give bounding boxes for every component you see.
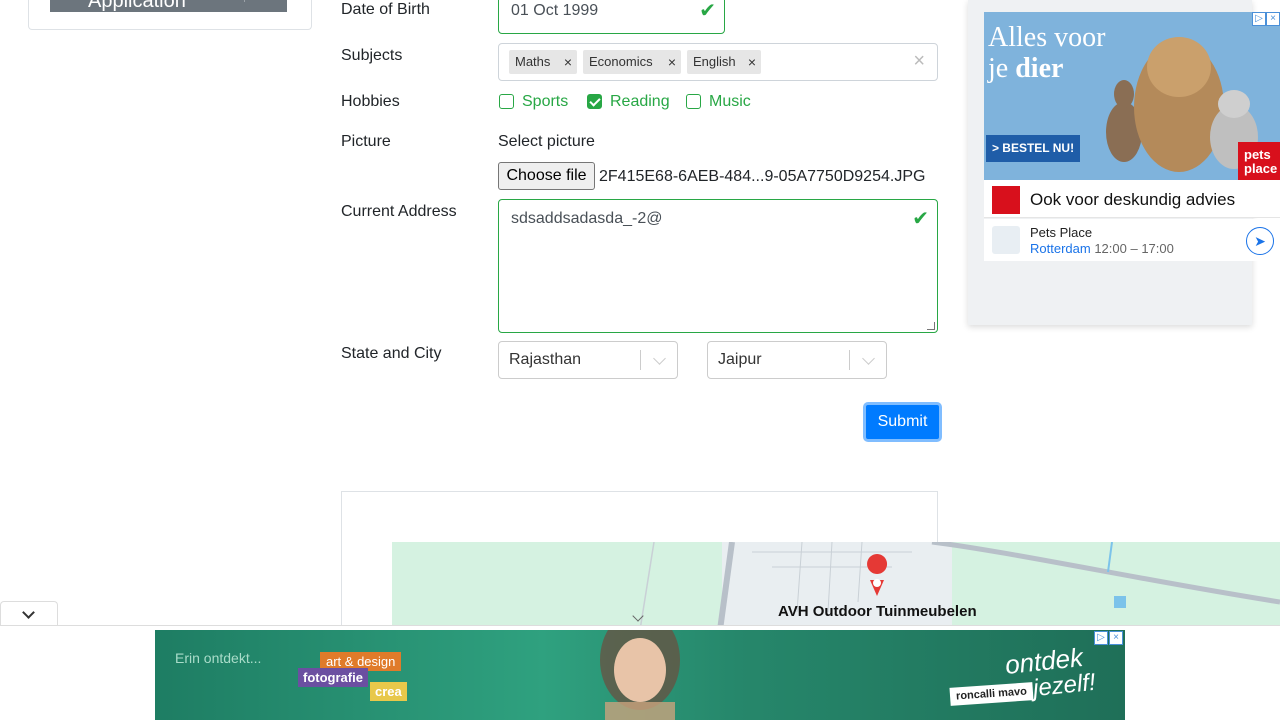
resize-handle[interactable] (927, 322, 935, 330)
hobby-music-checkbox[interactable] (686, 94, 701, 109)
subject-chip: Maths × (509, 50, 577, 74)
hobby-reading-checkbox[interactable] (587, 94, 602, 109)
ad-collapse-tab[interactable] (0, 601, 58, 627)
ad-banner-image[interactable]: Alles voor je dier > BESTEL NU! pets pla… (984, 12, 1280, 180)
select-picture-label: Select picture (498, 133, 595, 150)
city-select[interactable]: Jaipur (707, 341, 887, 379)
state-city-label: State and City (341, 345, 442, 362)
subjects-input[interactable]: Maths × Economics × English × × (498, 43, 938, 81)
close-icon[interactable]: × (748, 50, 756, 74)
map-thumbnail-icon (992, 226, 1020, 254)
state-value: Rajasthan (509, 351, 582, 368)
hobby-music-label[interactable]: Music (709, 93, 751, 111)
ad-slogan: jezelf! (1031, 668, 1097, 703)
close-icon[interactable]: × (668, 50, 676, 74)
choose-file-button[interactable]: Choose file (498, 162, 595, 190)
file-name: 2F415E68-6AEB-484...9-05A7750D9254.JPG (599, 168, 926, 185)
check-icon: ✔ (699, 0, 716, 22)
check-icon: ✔ (912, 208, 929, 230)
ad-headline: Alles voor je dier (988, 22, 1106, 84)
hobby-sports-label[interactable]: Sports (522, 93, 568, 111)
store-details: Rotterdam 12:00 – 17:00 (1030, 241, 1174, 256)
city-value: Jaipur (718, 351, 762, 368)
address-value: sdsaddsadasda_-2@ (511, 210, 663, 227)
hobbies-label: Hobbies (341, 93, 400, 110)
pets-place-logo (992, 186, 1020, 214)
state-select[interactable]: Rajasthan (498, 341, 678, 379)
hobby-sports-checkbox[interactable] (499, 94, 514, 109)
address-textarea[interactable]: sdsaddsadasda_-2@ ✔ (498, 199, 938, 333)
store-name: Pets Place (1030, 225, 1093, 240)
ad-brand-logo: pets place (1238, 142, 1280, 180)
ad-tag: fotografie (298, 668, 368, 687)
close-icon[interactable]: × (564, 50, 572, 74)
subjects-label: Subjects (341, 47, 403, 64)
chevron-down-icon (22, 606, 35, 619)
ad-order-button[interactable]: > BESTEL NU! (986, 135, 1080, 162)
clear-all-icon[interactable]: × (913, 50, 925, 73)
dob-input[interactable]: 01 Oct 1999 ✔ (498, 0, 725, 34)
picture-label: Picture (341, 133, 391, 150)
dob-label: Date of Birth (341, 1, 430, 18)
ad-brand: roncalli mavo (949, 682, 1034, 706)
submit-button[interactable]: Submit (863, 402, 942, 442)
ad-store-row[interactable]: Pets Place Rotterdam 12:00 – 17:00 ➤ (984, 219, 1280, 261)
close-icon[interactable]: × (1109, 631, 1123, 645)
adchoices-icon[interactable]: ▷ (1252, 12, 1266, 26)
ad-advice-text: Ook voor deskundig advies (1030, 190, 1236, 209)
chevron-down-icon (653, 352, 666, 365)
hobby-reading-label[interactable]: Reading (610, 93, 670, 111)
chevron-down-icon (862, 352, 875, 365)
ad-person-photo (600, 630, 680, 720)
subject-chip: Economics × (583, 50, 681, 74)
address-label: Current Address (341, 203, 457, 220)
directions-icon[interactable]: ➤ (1246, 227, 1274, 255)
subject-chip: English × (687, 50, 761, 74)
bottom-ad-banner[interactable]: Erin ontdekt... art & design fotografie … (155, 630, 1125, 720)
dob-value: 01 Oct 1999 (511, 2, 599, 19)
ad-teaser: Erin ontdekt... (175, 650, 262, 666)
map-place-label[interactable]: AVH Outdoor Tuinmeubelen (778, 603, 977, 620)
adchoices-icon[interactable]: ▷ (1094, 631, 1108, 645)
sidebar-group-application[interactable]: Application (50, 0, 287, 12)
ad-advice-row[interactable]: Ook voor deskundig advies (984, 180, 1280, 218)
ad-tag: crea (370, 682, 407, 701)
sidebar-group-label: Application (88, 0, 186, 12)
close-icon[interactable]: × (1266, 12, 1280, 26)
